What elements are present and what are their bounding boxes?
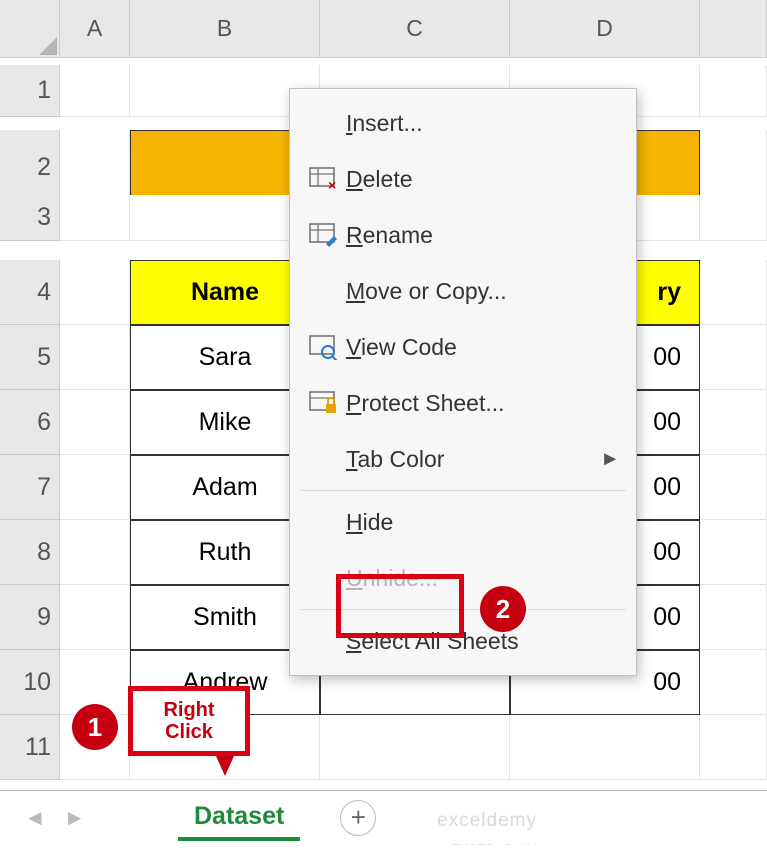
sheet-tab-bar: ◄ ► Dataset +	[0, 790, 767, 844]
callout-right-click: RightClick	[128, 686, 250, 756]
cell-e10[interactable]	[700, 650, 767, 715]
menu-delete[interactable]: × Delete	[290, 151, 636, 207]
tab-nav-prev-icon[interactable]: ◄	[24, 805, 46, 831]
cell-a6[interactable]	[60, 390, 130, 455]
cell-c11[interactable]	[320, 715, 510, 780]
menu-tab-color[interactable]: Tab Color ►	[290, 431, 636, 487]
cell-a1[interactable]	[60, 65, 130, 117]
menu-tab-color-label: Tab Color	[346, 446, 600, 473]
cell-e7[interactable]	[700, 455, 767, 520]
cell-a3[interactable]	[60, 195, 130, 241]
callout-arrow-icon	[216, 756, 234, 776]
new-sheet-button[interactable]: +	[340, 800, 376, 836]
row-head-5[interactable]: 5	[0, 325, 60, 390]
cell-e3[interactable]	[700, 195, 767, 241]
cell-a2[interactable]	[60, 130, 130, 205]
row-head-4[interactable]: 4	[0, 260, 60, 325]
cell-a7[interactable]	[60, 455, 130, 520]
row-head-7[interactable]: 7	[0, 455, 60, 520]
col-head-c[interactable]: C	[320, 0, 510, 58]
menu-rename[interactable]: Rename	[290, 207, 636, 263]
select-all-corner[interactable]	[0, 0, 60, 58]
menu-protect-sheet-label: Protect Sheet...	[346, 390, 620, 417]
menu-hide-label: Hide	[346, 509, 620, 536]
cell-e6[interactable]	[700, 390, 767, 455]
menu-insert-label: Insert...	[346, 110, 620, 137]
row-head-6[interactable]: 6	[0, 390, 60, 455]
sheet-tab-dataset[interactable]: Dataset	[178, 794, 300, 841]
cell-a5[interactable]	[60, 325, 130, 390]
row-head-1[interactable]: 1	[0, 65, 60, 117]
row-head-8[interactable]: 8	[0, 520, 60, 585]
chevron-right-icon: ►	[600, 448, 620, 471]
col-head-e[interactable]	[700, 0, 767, 58]
row-head-9[interactable]: 9	[0, 585, 60, 650]
watermark-text: exceldemy	[437, 810, 537, 832]
col-head-d[interactable]: D	[510, 0, 700, 58]
cell-e5[interactable]	[700, 325, 767, 390]
cell-a4[interactable]	[60, 260, 130, 325]
cell-a9[interactable]	[60, 585, 130, 650]
menu-view-code[interactable]: View Code	[290, 319, 636, 375]
menu-move-copy[interactable]: Move or Copy...	[290, 263, 636, 319]
row-head-2[interactable]: 2	[0, 130, 60, 205]
col-head-a[interactable]: A	[60, 0, 130, 58]
row-head-11[interactable]: 11	[0, 715, 60, 780]
menu-rename-label: Rename	[346, 222, 620, 249]
delete-sheet-icon: ×	[300, 166, 346, 192]
svg-text:×: ×	[328, 177, 336, 192]
menu-separator	[300, 490, 626, 491]
menu-move-copy-label: Move or Copy...	[346, 278, 620, 305]
cell-e9[interactable]	[700, 585, 767, 650]
tab-nav-next-icon[interactable]: ►	[64, 805, 86, 831]
view-code-icon	[300, 334, 346, 360]
menu-view-code-label: View Code	[346, 334, 620, 361]
menu-insert[interactable]: Insert...	[290, 95, 636, 151]
cell-e1[interactable]	[700, 65, 767, 117]
cell-e4[interactable]	[700, 260, 767, 325]
row-head-3[interactable]: 3	[0, 195, 60, 241]
row-head-10[interactable]: 10	[0, 650, 60, 715]
col-head-b[interactable]: B	[130, 0, 320, 58]
cell-e8[interactable]	[700, 520, 767, 585]
callout-frame-hide	[336, 574, 464, 638]
menu-protect-sheet[interactable]: Protect Sheet...	[290, 375, 636, 431]
protect-sheet-icon	[300, 390, 346, 416]
cell-d11[interactable]	[510, 715, 700, 780]
rename-icon	[300, 222, 346, 248]
cell-a8[interactable]	[60, 520, 130, 585]
cell-e11[interactable]	[700, 715, 767, 780]
cell-e2[interactable]	[700, 130, 767, 205]
menu-delete-label: Delete	[346, 166, 620, 193]
callout-badge-1: 1	[72, 704, 118, 750]
callout-badge-2: 2	[480, 586, 526, 632]
menu-hide[interactable]: Hide	[290, 494, 636, 550]
